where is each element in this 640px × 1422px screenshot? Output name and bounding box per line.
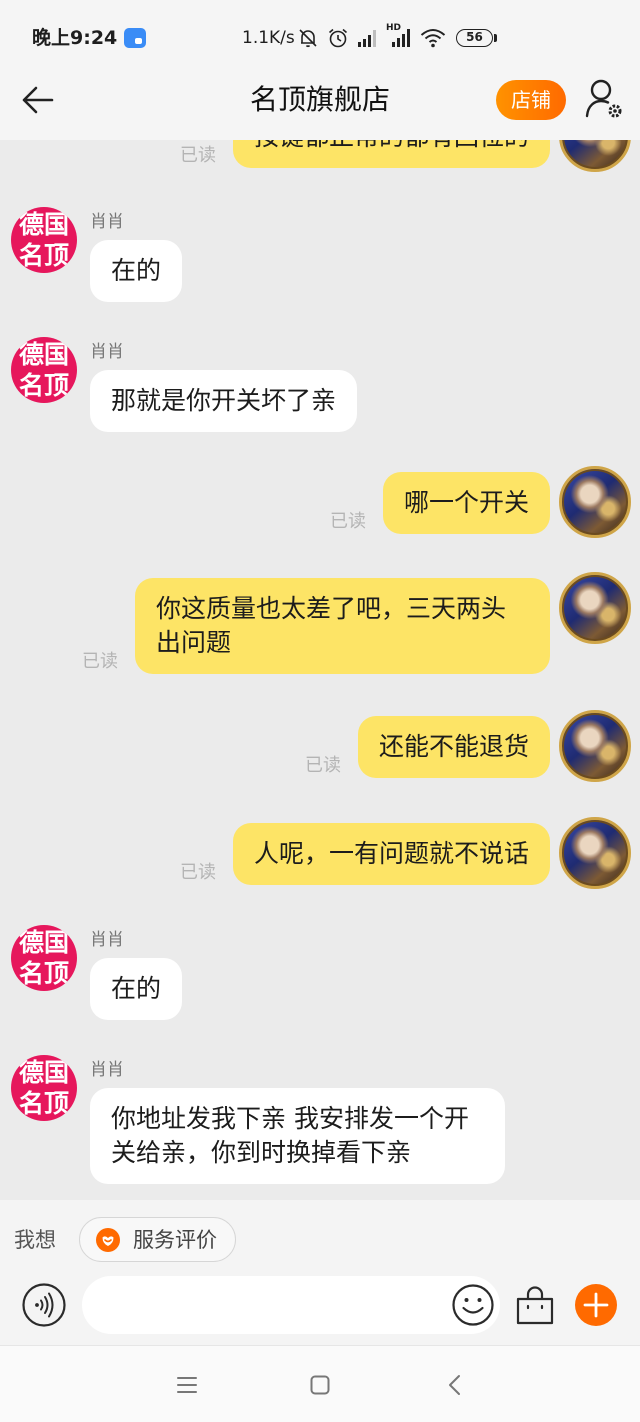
message-bubble[interactable]: 你地址发我下亲 我安排发一个开关给亲，你到时换掉看下亲 <box>90 1088 505 1184</box>
plus-icon[interactable] <box>575 1284 617 1326</box>
sender-name: 肖肖 <box>90 342 124 362</box>
seller-logo-line: 名顶 <box>18 1089 69 1118</box>
seller-logo-line: 德国 <box>18 1058 69 1087</box>
network-speed: 1.1K/s <box>242 28 295 48</box>
shop-button[interactable]: 店铺 <box>496 80 566 120</box>
user-avatar[interactable] <box>559 466 631 538</box>
signal-icon <box>358 30 376 47</box>
chip-label: 服务评价 <box>133 1228 217 1252</box>
wifi-icon <box>420 29 446 48</box>
seller-logo-line: 德国 <box>18 210 69 239</box>
sender-name: 肖肖 <box>90 212 124 232</box>
system-nav-bar <box>0 1345 640 1422</box>
battery-tip <box>494 34 497 42</box>
sender-name: 肖肖 <box>90 930 124 950</box>
composer-panel: 我想 服务评价 <box>0 1200 640 1345</box>
user-avatar[interactable] <box>559 710 631 782</box>
user-avatar[interactable] <box>559 817 631 889</box>
seller-avatar[interactable]: 德国 名顶 <box>11 925 77 991</box>
status-time: 晚上9:24 <box>32 27 118 49</box>
hd-signal-icon <box>392 29 410 47</box>
seller-logo-line: 德国 <box>18 340 69 369</box>
voice-icon[interactable] <box>22 1283 66 1327</box>
battery-level: 56 <box>466 30 483 44</box>
message-bubble[interactable]: 在的 <box>90 958 183 1020</box>
read-receipt: 已读 <box>179 145 216 166</box>
mute-icon <box>299 29 317 48</box>
back-icon[interactable] <box>447 1374 461 1396</box>
seller-logo-line: 德国 <box>18 928 69 957</box>
emoji-icon[interactable] <box>452 1284 494 1326</box>
chat-header: 名顶旗舰店 店铺 <box>0 70 640 140</box>
message-group: 已读 你这质量也太差了吧，三天两头出问题 <box>82 578 550 674</box>
app-notification-icon <box>124 28 146 48</box>
quick-action-prompt: 我想 <box>14 1228 56 1252</box>
battery-icon: 56 <box>456 29 493 47</box>
user-avatar[interactable] <box>559 572 631 644</box>
alarm-icon <box>328 28 348 48</box>
user-avatar[interactable] <box>559 140 631 172</box>
message-bubble[interactable]: 按键都正常的都有回位的 <box>232 140 550 168</box>
read-receipt: 已读 <box>179 862 216 883</box>
read-receipt: 已读 <box>304 755 341 776</box>
read-receipt: 已读 <box>329 511 366 532</box>
message-group: 已读 还能不能退货 <box>305 716 550 778</box>
read-receipt: 已读 <box>82 651 118 672</box>
recent-apps-icon[interactable] <box>177 1376 197 1394</box>
status-bar: 晚上9:24 1.1K/s HD 56 <box>0 0 640 70</box>
page-title: 名顶旗舰店 <box>249 83 390 116</box>
message-bubble[interactable]: 在的 <box>90 240 183 302</box>
shopping-bag-icon[interactable] <box>514 1284 556 1326</box>
service-rating-chip[interactable]: 服务评价 <box>79 1217 236 1262</box>
message-bubble[interactable]: 哪一个开关 <box>382 472 550 534</box>
service-rating-icon <box>96 1228 120 1252</box>
sender-name: 肖肖 <box>90 1060 124 1080</box>
message-group: 已读 按键都正常的都有回位的 <box>180 140 550 168</box>
user-settings-icon[interactable] <box>584 78 624 120</box>
message-group: 已读 哪一个开关 <box>330 472 550 534</box>
seller-avatar[interactable]: 德国 名顶 <box>11 207 77 273</box>
chat-thread[interactable]: 已读 按键都正常的都有回位的 德国 名顶 肖肖 在的 德国 名顶 肖肖 那就是你… <box>0 140 640 1200</box>
message-bubble[interactable]: 人呢，一有问题就不说话 <box>232 823 550 885</box>
seller-logo-line: 名顶 <box>18 959 69 988</box>
seller-avatar[interactable]: 德国 名顶 <box>11 337 77 403</box>
seller-logo-line: 名顶 <box>18 241 69 270</box>
message-bubble[interactable]: 你这质量也太差了吧，三天两头出问题 <box>135 578 550 674</box>
message-group: 已读 人呢，一有问题就不说话 <box>180 823 550 885</box>
message-bubble[interactable]: 那就是你开关坏了亲 <box>90 370 358 432</box>
home-icon[interactable] <box>310 1375 330 1395</box>
message-bubble[interactable]: 还能不能退货 <box>357 716 550 778</box>
seller-avatar[interactable]: 德国 名顶 <box>11 1055 77 1121</box>
back-arrow-icon[interactable] <box>20 84 56 116</box>
message-input[interactable] <box>82 1276 500 1334</box>
seller-logo-line: 名顶 <box>18 371 69 400</box>
